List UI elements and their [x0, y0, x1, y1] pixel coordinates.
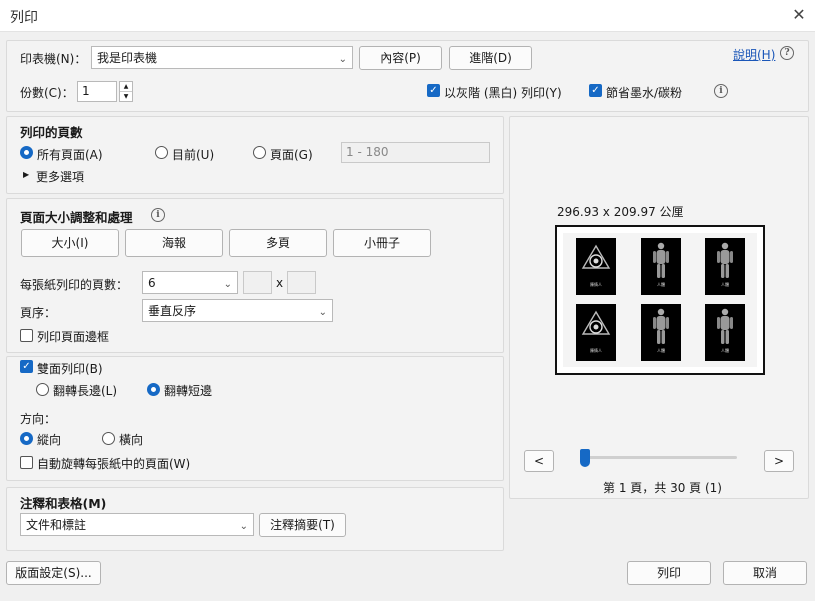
tab-booklet[interactable]: 小冊子: [333, 229, 431, 257]
grayscale-label: 以灰階 (黑白) 列印(Y): [444, 86, 562, 100]
preview-thumbnail: 人體: [705, 238, 745, 295]
chevron-down-icon: ⌄: [318, 307, 327, 318]
current-page-radio[interactable]: [155, 146, 168, 159]
portrait-label: 縱向: [37, 433, 62, 447]
page-range-input[interactable]: 1 - 180: [341, 142, 490, 163]
preview-dimensions: 296.93 x 209.97 公厘: [557, 205, 684, 219]
tab-multiple[interactable]: 多頁: [229, 229, 327, 257]
properties-button[interactable]: 內容(P): [359, 46, 442, 70]
help-icon[interactable]: ?: [780, 46, 794, 60]
duplex-checkbox[interactable]: ✓: [20, 360, 33, 373]
pages-label: 頁面(G): [270, 148, 313, 162]
save-ink-label: 節省墨水/碳粉: [606, 86, 683, 100]
rows-input[interactable]: [287, 271, 316, 294]
comments-section-title: 注釋和表格(M): [20, 496, 107, 511]
print-border-label: 列印頁面邊框: [37, 330, 110, 344]
copies-label: 份數(C)：: [20, 86, 74, 100]
pages-per-sheet-select[interactable]: 6 ⌄: [142, 271, 238, 294]
auto-rotate-label: 自動旋轉每張紙中的頁面(W): [37, 457, 191, 471]
page-slider-thumb[interactable]: [580, 449, 590, 467]
flip-short-radio[interactable]: [147, 383, 160, 396]
more-options-toggle[interactable]: 更多選項: [36, 168, 84, 185]
thumbnail-caption: 陳情人: [590, 348, 602, 353]
thumbnail-caption: 人體: [721, 282, 729, 287]
help-link[interactable]: 說明(H): [733, 46, 775, 63]
logo-icon: [581, 310, 611, 335]
cancel-button[interactable]: 取消: [723, 561, 807, 585]
print-border-checkbox[interactable]: [20, 329, 33, 342]
page-order-value: 垂直反序: [148, 304, 197, 318]
human-figure-icon: [717, 242, 733, 278]
landscape-label: 橫向: [119, 433, 144, 447]
tab-size[interactable]: 大小(I): [21, 229, 119, 257]
duplex-label: 雙面列印(B): [37, 362, 103, 376]
tab-poster[interactable]: 海報: [125, 229, 223, 257]
thumbnail-caption: 人體: [721, 348, 729, 353]
window-title: 列印: [10, 10, 38, 26]
next-page-button[interactable]: >: [764, 450, 794, 472]
copies-input[interactable]: 1: [77, 81, 117, 102]
preview-thumbnail: 人體: [641, 304, 681, 361]
triangle-right-icon[interactable]: ▶: [23, 170, 29, 179]
printer-select[interactable]: 我是印表機 ⌄: [91, 46, 353, 69]
grayscale-checkbox[interactable]: ✓: [427, 84, 440, 97]
logo-icon: [581, 244, 611, 269]
preview-thumbnail: 陳情人: [576, 304, 616, 361]
pages-per-sheet-label: 每張紙列印的頁數：: [20, 278, 129, 292]
pages-section-title: 列印的頁數: [20, 125, 83, 140]
print-button[interactable]: 列印: [627, 561, 711, 585]
chevron-down-icon: ⌄: [223, 279, 232, 290]
human-figure-icon: [653, 308, 669, 344]
thumbnail-caption: 陳情人: [590, 282, 602, 287]
human-figure-icon: [653, 242, 669, 278]
sizing-section-title: 頁面大小調整和處理: [20, 210, 133, 225]
flip-short-label: 翻轉短邊: [164, 384, 213, 398]
landscape-radio[interactable]: [102, 432, 115, 445]
preview-thumbnail: 陳情人: [576, 238, 616, 295]
preview-thumbnail: 人體: [705, 304, 745, 361]
printer-value: 我是印表機: [97, 51, 158, 65]
columns-input[interactable]: [243, 271, 272, 294]
printer-label: 印表機(N)：: [20, 52, 87, 66]
all-pages-radio[interactable]: [20, 146, 33, 159]
auto-rotate-checkbox[interactable]: [20, 456, 33, 469]
human-figure-icon: [717, 308, 733, 344]
prev-page-button[interactable]: <: [524, 450, 554, 472]
times-label: x: [276, 276, 284, 290]
spin-up-icon[interactable]: ▲: [120, 82, 132, 92]
thumbnail-caption: 人體: [657, 348, 665, 353]
orientation-label: 方向：: [20, 412, 57, 426]
page-order-select[interactable]: 垂直反序 ⌄: [142, 299, 333, 322]
all-pages-label: 所有頁面(A): [37, 148, 103, 162]
pages-per-sheet-value: 6: [148, 276, 156, 290]
preview-thumbnails: 陳情人 人體 人體 陳情人 人體 人體: [563, 233, 757, 367]
copies-spinner[interactable]: ▲ ▼: [119, 81, 133, 102]
save-ink-checkbox[interactable]: ✓: [589, 84, 602, 97]
current-page-label: 目前(U): [172, 148, 215, 162]
chevron-down-icon: ⌄: [338, 54, 347, 65]
comments-select[interactable]: 文件和標註 ⌄: [20, 513, 254, 536]
comments-summary-button[interactable]: 注釋摘要(T): [259, 513, 346, 537]
title-bar: [0, 0, 815, 32]
page-status: 第 1 頁，共 30 頁 (1): [603, 481, 722, 495]
info-icon[interactable]: i: [714, 84, 728, 98]
sizing-info-icon[interactable]: i: [151, 208, 165, 222]
thumbnail-caption: 人體: [657, 282, 665, 287]
chevron-down-icon: ⌄: [239, 521, 248, 532]
advanced-button[interactable]: 進階(D): [449, 46, 532, 70]
pages-radio[interactable]: [253, 146, 266, 159]
page-setup-button[interactable]: 版面設定(S)...: [6, 561, 101, 585]
page-order-label: 頁序：: [20, 306, 57, 320]
portrait-radio[interactable]: [20, 432, 33, 445]
page-slider-track[interactable]: [583, 456, 737, 459]
preview-thumbnail: 人體: [641, 238, 681, 295]
preview-page: 陳情人 人體 人體 陳情人 人體 人體: [555, 225, 765, 375]
flip-long-radio[interactable]: [36, 383, 49, 396]
comments-value: 文件和標註: [26, 518, 87, 532]
flip-long-label: 翻轉長邊(L): [53, 384, 118, 398]
close-icon[interactable]: ✕: [788, 4, 810, 26]
spin-down-icon[interactable]: ▼: [120, 92, 132, 101]
